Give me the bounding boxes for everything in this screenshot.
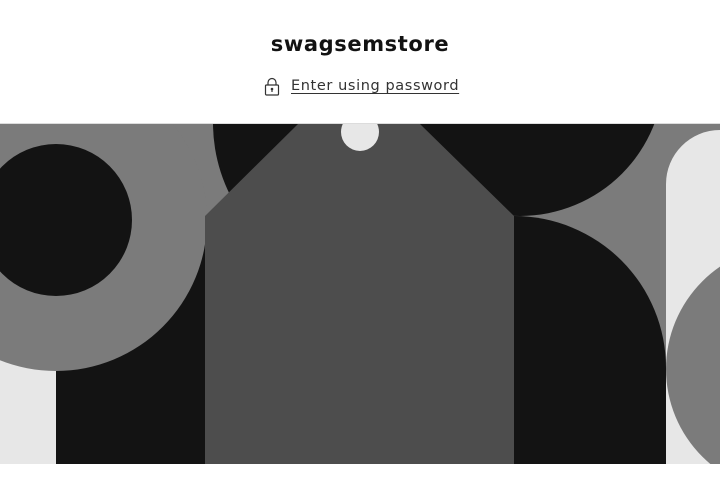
page-header: swagsemstore Enter using password [0,0,720,124]
padlock-icon [263,76,281,96]
enter-password-link[interactable]: Enter using password [263,74,459,98]
banner-illustration [0,124,720,464]
tag-shape [205,124,514,464]
enter-password-label: Enter using password [291,78,460,94]
store-name: swagsemstore [270,32,450,56]
